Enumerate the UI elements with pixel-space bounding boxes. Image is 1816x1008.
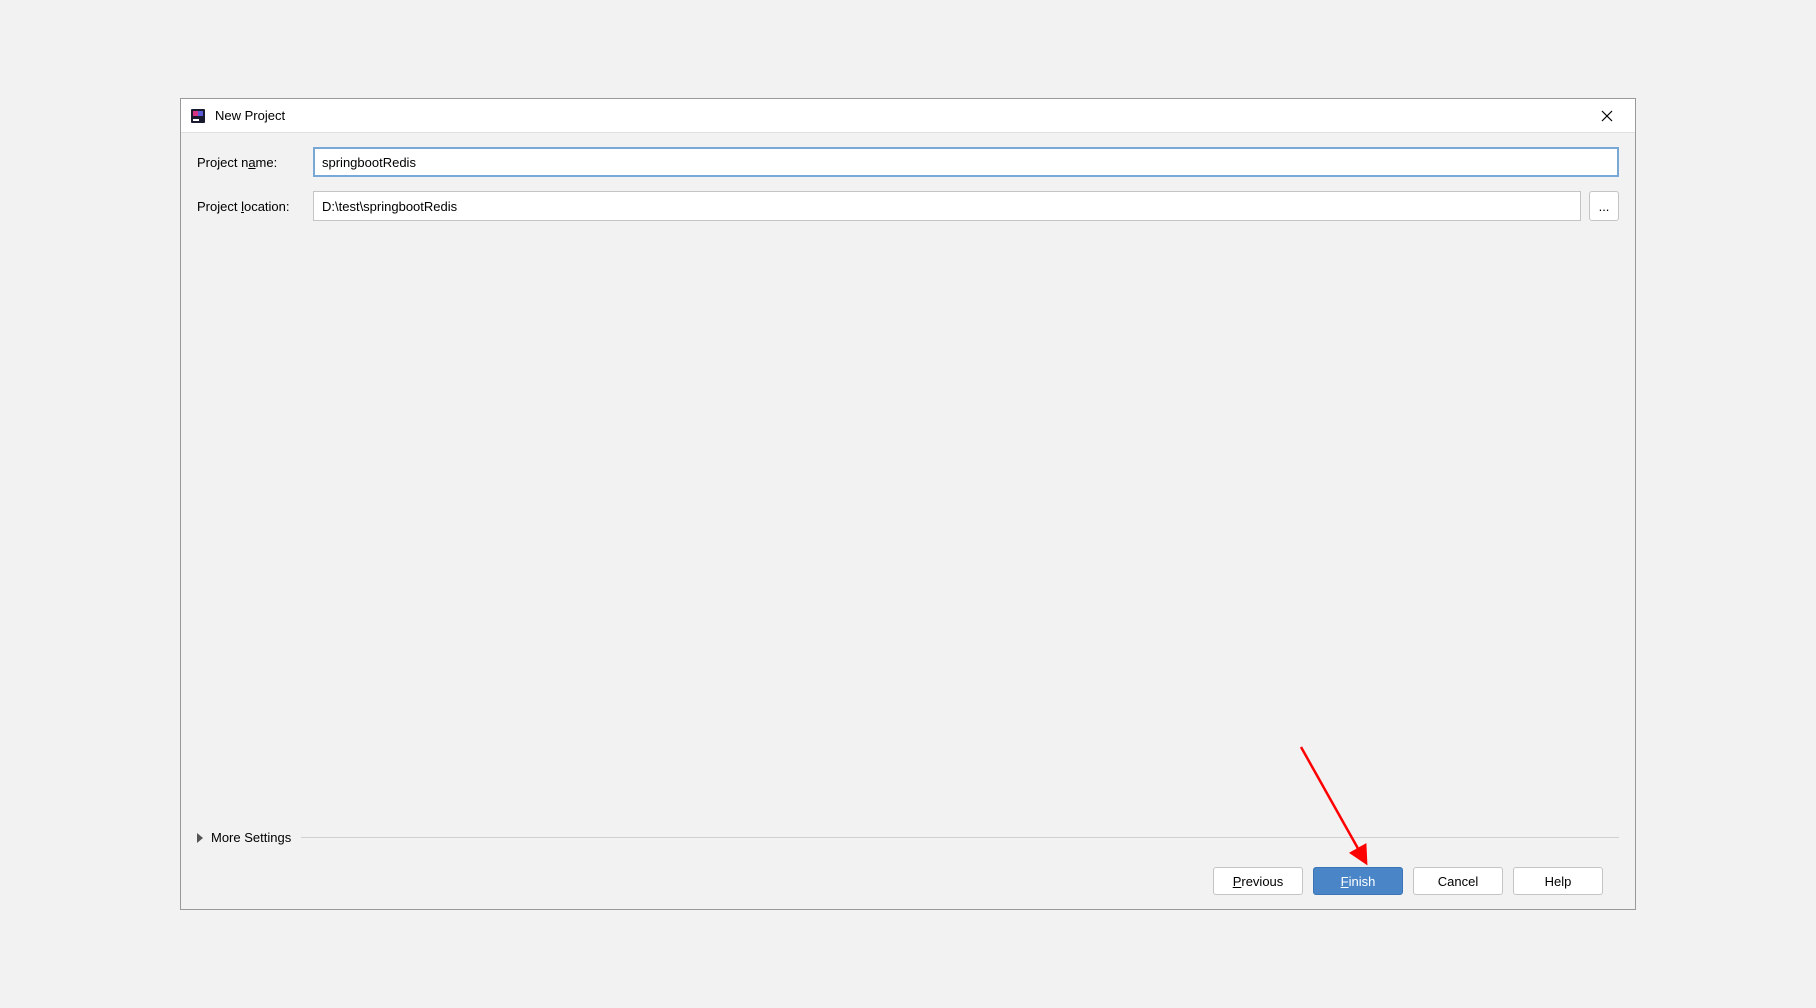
button-bar: Previous Finish Cancel Help [197, 861, 1619, 909]
finish-button[interactable]: Finish [1313, 867, 1403, 895]
project-name-input[interactable] [313, 147, 1619, 177]
new-project-dialog: New Project Project name: Project locati… [180, 98, 1636, 910]
divider [301, 837, 1619, 838]
window-title: New Project [215, 108, 1587, 123]
dialog-content: Project name: Project location: ... More… [181, 133, 1635, 909]
project-location-input[interactable] [313, 191, 1581, 221]
more-settings-toggle[interactable]: More Settings [197, 824, 1619, 851]
spacer [197, 235, 1619, 824]
project-location-row: Project location: ... [197, 191, 1619, 221]
project-location-label: Project location: [197, 199, 313, 214]
previous-button[interactable]: Previous [1213, 867, 1303, 895]
browse-location-button[interactable]: ... [1589, 191, 1619, 221]
app-icon [189, 107, 207, 125]
more-settings-label: More Settings [211, 830, 291, 845]
help-button[interactable]: Help [1513, 867, 1603, 895]
cancel-button[interactable]: Cancel [1413, 867, 1503, 895]
project-name-row: Project name: [197, 147, 1619, 177]
project-name-label: Project name: [197, 155, 313, 170]
close-button[interactable] [1587, 101, 1627, 131]
chevron-right-icon [197, 833, 203, 843]
titlebar: New Project [181, 99, 1635, 133]
